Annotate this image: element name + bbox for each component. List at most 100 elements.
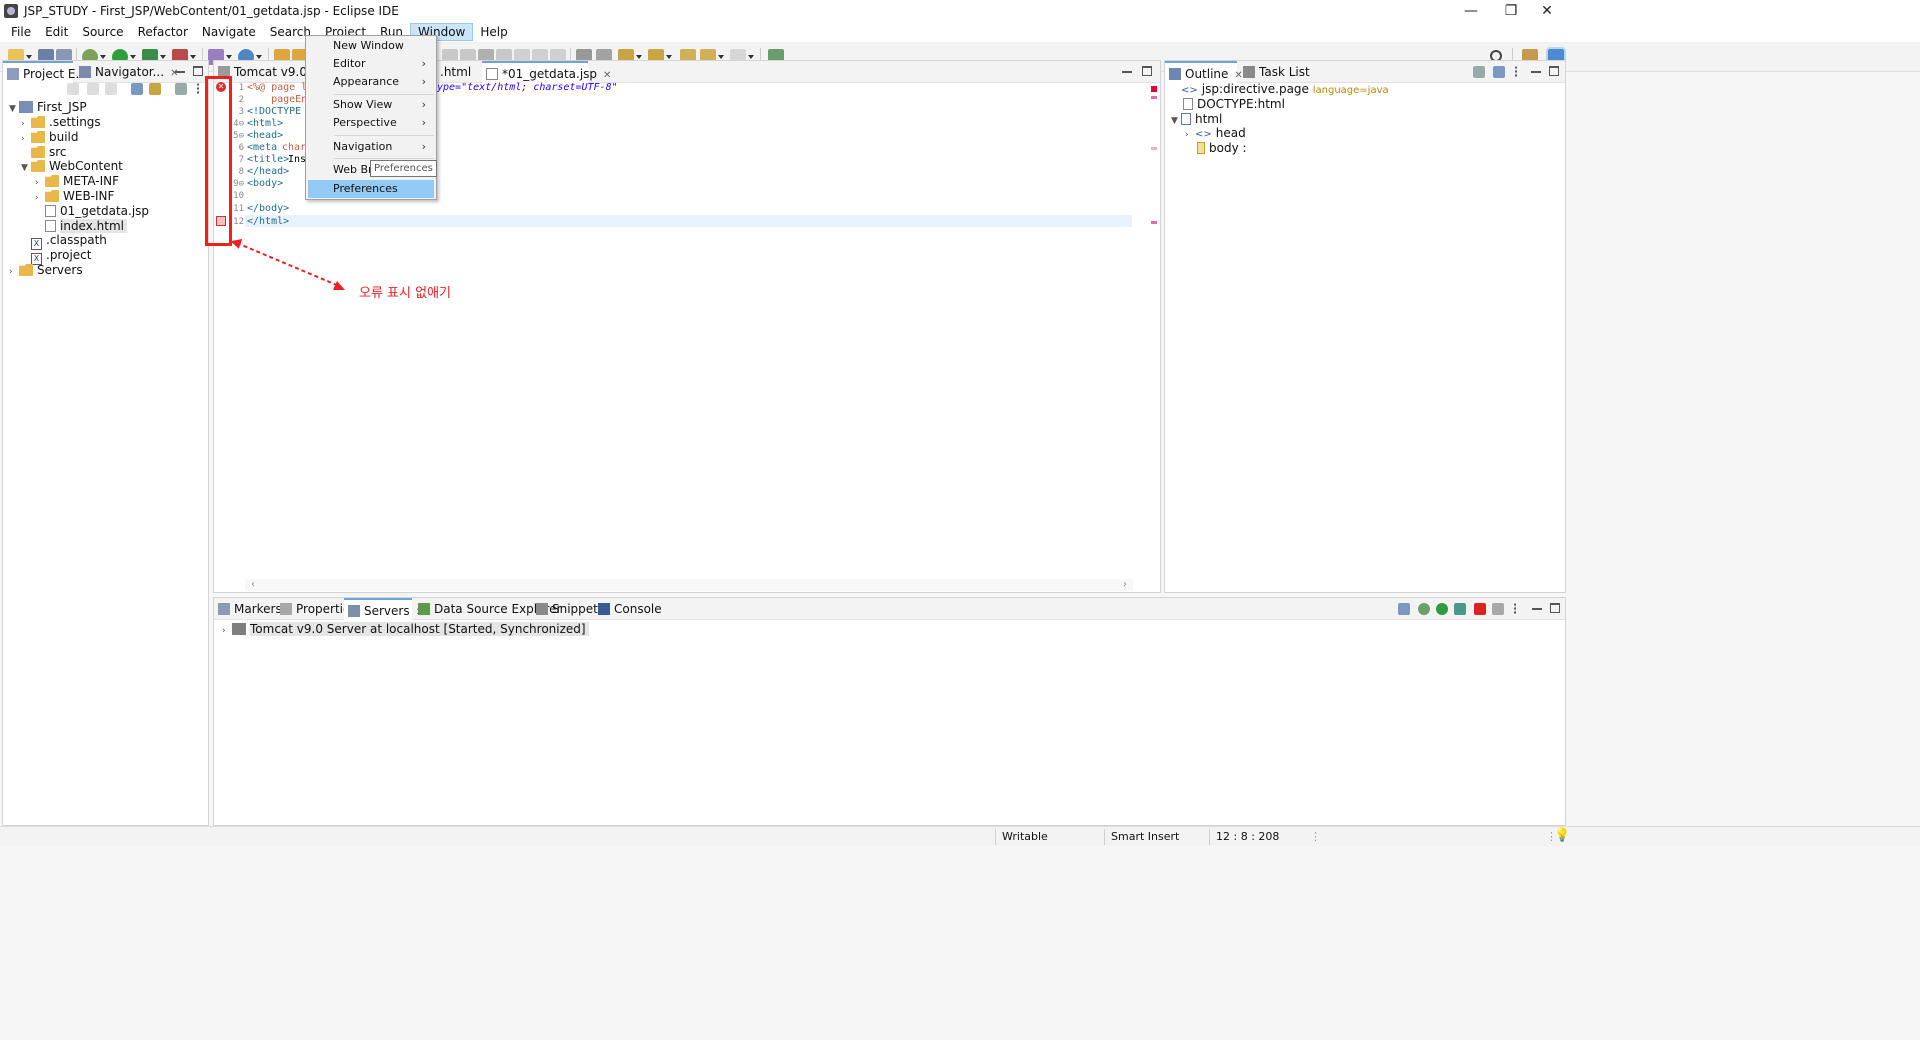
collapsed-icon[interactable]: › [1185, 126, 1195, 144]
menu-refactor[interactable]: Refactor [131, 23, 195, 41]
tab-navigator[interactable]: Navigator... ✕ [75, 61, 178, 83]
horizontal-scrollbar[interactable]: ‹ › [245, 579, 1133, 591]
debug-server-icon[interactable] [1418, 603, 1430, 615]
code-line[interactable]: <html> [247, 118, 283, 130]
tab-01-getdata-jsp[interactable]: *01_getdata.jsp ✕ [482, 61, 611, 83]
run-dropdown-icon[interactable] [130, 55, 136, 59]
forward-nav-icon[interactable] [87, 83, 99, 95]
profile-server-icon[interactable] [1454, 603, 1466, 615]
lightbulb-icon[interactable]: 💡 [1554, 828, 1570, 843]
outline-item-detail: language=java [1312, 85, 1389, 96]
tab-properties[interactable]: Properties [276, 598, 357, 620]
menu-item-navigation[interactable]: Navigation › [308, 138, 434, 156]
task-list-icon [1243, 66, 1255, 78]
error-marker-icon[interactable] [1151, 86, 1157, 92]
menu-file[interactable]: File [4, 23, 38, 41]
tab-servers[interactable]: Servers✕ [344, 598, 424, 620]
code-line-fragment[interactable]: Ins [288, 154, 306, 166]
code-line[interactable]: </body> [247, 203, 289, 215]
stop-server-icon[interactable] [1474, 603, 1486, 615]
close-button[interactable]: ✕ [1524, 0, 1570, 22]
publish-icon[interactable] [1492, 603, 1504, 615]
next-annotation-dropdown-icon[interactable] [636, 55, 642, 59]
code-line[interactable]: <%@ page l [247, 82, 307, 94]
collapse-all-icon[interactable] [1493, 66, 1505, 78]
server-row[interactable]: › Tomcat v9.0 Server at localhost [Starte… [222, 620, 589, 638]
code-line[interactable]: <!DOCTYPE [247, 106, 301, 118]
minimize-icon[interactable] [1122, 67, 1132, 73]
tab-index-html[interactable]: .html [436, 61, 476, 83]
code-line[interactable]: </html> [247, 216, 289, 228]
scroll-right-icon[interactable]: › [1123, 579, 1127, 590]
outline-item-body[interactable]: body : [1197, 139, 1247, 157]
maximize-icon[interactable] [1549, 66, 1559, 76]
minimize-icon[interactable] [175, 67, 185, 73]
back-nav-icon[interactable] [67, 83, 79, 95]
vertical-scrollbar[interactable] [1134, 83, 1146, 578]
annotation-marker-icon[interactable] [1151, 221, 1157, 224]
code-line-fragment[interactable]: ype="text/html; charset=UTF-8" [437, 82, 618, 94]
code-line[interactable]: pageEn [247, 94, 307, 106]
markers-icon [218, 603, 230, 615]
code-line-fragment[interactable]: char [282, 142, 306, 154]
new-dropdown-icon[interactable] [26, 55, 32, 59]
code-line[interactable]: </head> [247, 166, 289, 178]
menu-source[interactable]: Source [75, 23, 130, 41]
forward-dropdown-icon[interactable] [748, 55, 754, 59]
menu-item-new-window[interactable]: New Window [308, 37, 434, 55]
scroll-left-icon[interactable]: ‹ [251, 579, 255, 590]
collapse-all-icon[interactable] [1398, 603, 1410, 615]
close-icon[interactable]: ✕ [603, 70, 611, 81]
code-line[interactable]: <body> [247, 178, 283, 190]
filters-icon[interactable] [175, 83, 187, 95]
minimize-icon[interactable] [1531, 67, 1541, 73]
collapsed-icon[interactable]: › [9, 263, 19, 281]
tab-data-source-explorer[interactable]: Data Source Explorer [414, 598, 561, 620]
tab-console[interactable]: Console [594, 598, 662, 620]
debug-dropdown-icon[interactable] [100, 55, 106, 59]
code-line[interactable]: <meta [247, 142, 283, 154]
maximize-icon[interactable] [193, 66, 203, 76]
view-menu-icon[interactable] [1514, 603, 1518, 615]
tab-project-explorer[interactable]: Project E... [3, 61, 87, 83]
minimize-icon[interactable] [1532, 604, 1542, 610]
back-dropdown-icon[interactable] [718, 55, 724, 59]
tab-snippets[interactable]: Snippets [532, 598, 604, 620]
expanded-icon[interactable]: ▼ [1171, 112, 1181, 130]
menu-item-editor[interactable]: Editor › [308, 55, 434, 73]
servers-icon [348, 605, 360, 617]
collapsed-icon[interactable]: › [222, 622, 232, 640]
view-menu-icon[interactable] [1515, 66, 1519, 78]
expanded-icon[interactable]: ▼ [9, 100, 19, 118]
menu-item-perspective[interactable]: Perspective › [308, 114, 434, 132]
filter-icon[interactable] [1473, 66, 1485, 78]
menu-navigate[interactable]: Navigate [195, 23, 263, 41]
maximize-icon[interactable] [1142, 66, 1152, 76]
start-server-icon[interactable] [1436, 603, 1448, 615]
code-line[interactable]: <title> [247, 154, 289, 166]
annotation-marker-icon[interactable] [1151, 147, 1157, 150]
menu-help[interactable]: Help [473, 23, 514, 41]
project-icon [19, 101, 33, 113]
maximize-icon[interactable] [1550, 603, 1560, 613]
coverage-dropdown-icon[interactable] [160, 55, 166, 59]
view-menu-icon[interactable] [197, 83, 201, 95]
menu-edit[interactable]: Edit [38, 23, 75, 41]
tree-item-servers[interactable]: › Servers [9, 261, 83, 279]
up-nav-icon[interactable] [105, 83, 117, 95]
previous-annotation-dropdown-icon[interactable] [666, 55, 672, 59]
doctype-icon [1183, 98, 1193, 110]
menu-item-show-view[interactable]: Show View › [308, 96, 434, 114]
link-with-editor-icon[interactable] [149, 83, 161, 95]
collapse-all-icon[interactable] [131, 83, 143, 95]
menu-item-preferences[interactable]: Preferences [308, 180, 434, 198]
external-tools-dropdown-icon[interactable] [190, 55, 196, 59]
new-server-dropdown-icon[interactable] [226, 55, 232, 59]
tab-markers[interactable]: Markers [214, 598, 282, 620]
code-line[interactable]: <head> [247, 130, 283, 142]
menu-item-label: New Window [333, 39, 404, 52]
web-browser-dropdown-icon[interactable] [256, 55, 262, 59]
expanded-icon[interactable]: ▼ [21, 159, 31, 177]
menu-item-appearance[interactable]: Appearance › [308, 73, 434, 91]
warning-marker-icon[interactable] [1151, 96, 1157, 99]
